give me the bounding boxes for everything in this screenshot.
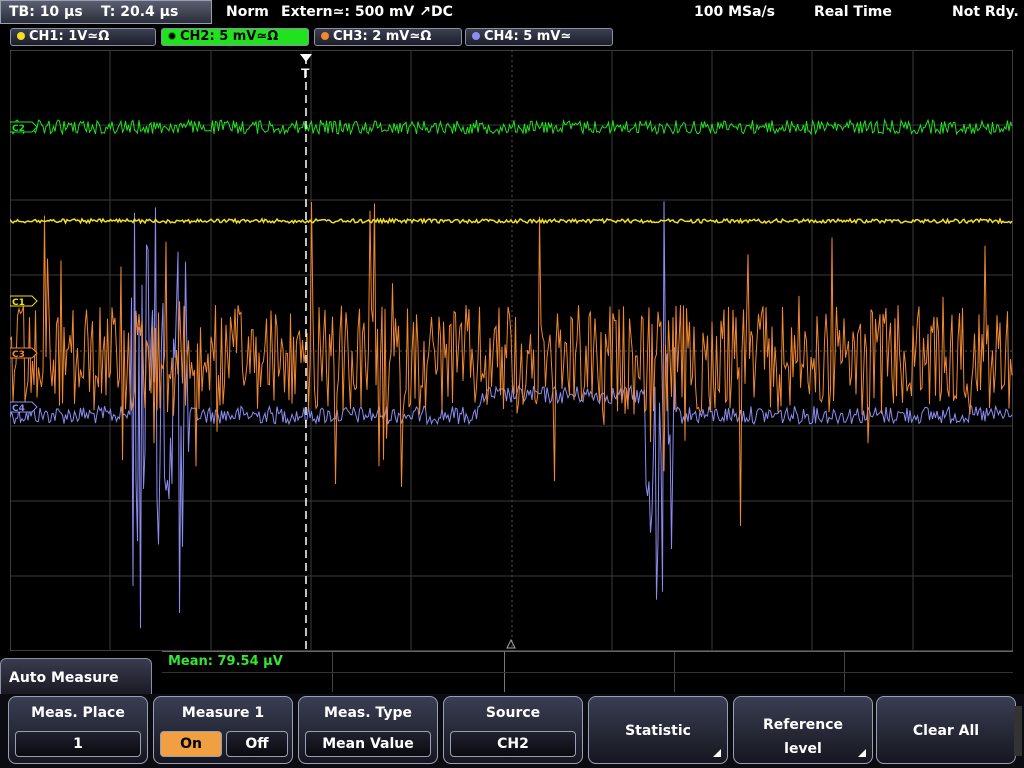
measure1-off-button[interactable]: Off [226,731,288,757]
statistic-label: Statistic [625,723,691,739]
channel-1-label: CH1: 1V≃Ω [29,29,110,44]
svg-text:C2: C2 [12,124,25,134]
channel-4-label: CH4: 5 mV≃ [484,29,572,44]
measure1-key[interactable]: Measure 1 On Off [153,696,293,764]
trigger-mode[interactable]: Norm [226,0,269,24]
acquisition-state: Not Rdy. [952,4,1019,20]
softkey-bar: Meas. Place 1 Measure 1 On Off Meas. Typ… [0,694,1024,768]
reference-level-line1: Reference [762,717,844,733]
channel-3-dot-icon [321,32,329,40]
clear-all-key[interactable]: Clear All [876,696,1016,764]
meas-place-key[interactable]: Meas. Place 1 [8,696,148,764]
source-value[interactable]: CH2 [450,731,576,757]
meas-type-key[interactable]: Meas. Type Mean Value [298,696,438,764]
auto-measure-title: Auto Measure [0,658,152,698]
source-label: Source [485,705,541,721]
measure1-on-button[interactable]: On [160,731,222,757]
meas-type-value[interactable]: Mean Value [305,731,431,757]
channel-4-tab[interactable]: CH4: 5 mV≃ [465,28,613,46]
sample-rate: 100 MSa/s [694,4,776,20]
statistic-key[interactable]: Statistic [588,696,728,764]
measurement-cells [162,652,1013,692]
submenu-arrow-icon [713,749,721,757]
clear-all-label: Clear All [912,723,980,739]
acquisition-mode: Real Time [814,4,892,20]
channel-1-tab[interactable]: CH1: 1V≃Ω [10,28,156,46]
timebase-box[interactable]: TB: 10 µs T: 20.4 µs [0,0,212,24]
source-key[interactable]: Source CH2 [443,696,583,764]
trigger-marker-label: T [301,65,310,81]
waveform-display[interactable]: T C2 C1 C3 C4 [10,50,1013,651]
channel-2-label: CH2: 5 mV≃Ω [180,29,279,44]
channel-3-tab[interactable]: CH3: 2 mV≃Ω [314,28,462,46]
meas-place-label: Meas. Place [31,705,125,721]
reference-level-key[interactable]: Reference level [733,696,873,764]
reference-level-label: Reference level [734,713,872,761]
trigger-source[interactable]: Extern≃: 500 mV ↗DC [281,0,453,24]
measure1-label: Measure 1 [181,705,265,721]
channel-3-label: CH3: 2 mV≃Ω [333,29,432,44]
status-bar: TB: 10 µs T: 20.4 µs Norm Extern≃: 500 m… [0,0,1024,26]
svg-text:C1: C1 [12,298,25,308]
menu-scrollbar[interactable] [1014,706,1022,756]
timebase-readout: TB: 10 µs [9,4,83,20]
channel-4-dot-icon [472,32,480,40]
reference-level-line2: level [784,741,822,757]
channel-2-tab[interactable]: CH2: 5 mV≃Ω [161,28,309,46]
meas-type-label: Meas. Type [324,705,412,721]
trigger-time-readout: T: 20.4 µs [101,4,179,20]
meas-place-value[interactable]: 1 [15,731,141,757]
measurement-result-area: Mean: 79.54 µV [162,651,1013,694]
channel-1-dot-icon [17,32,25,40]
channel-2-dot-icon [168,32,176,40]
submenu-arrow-icon [858,749,866,757]
svg-text:C4: C4 [12,404,25,414]
svg-text:C3: C3 [12,350,25,360]
